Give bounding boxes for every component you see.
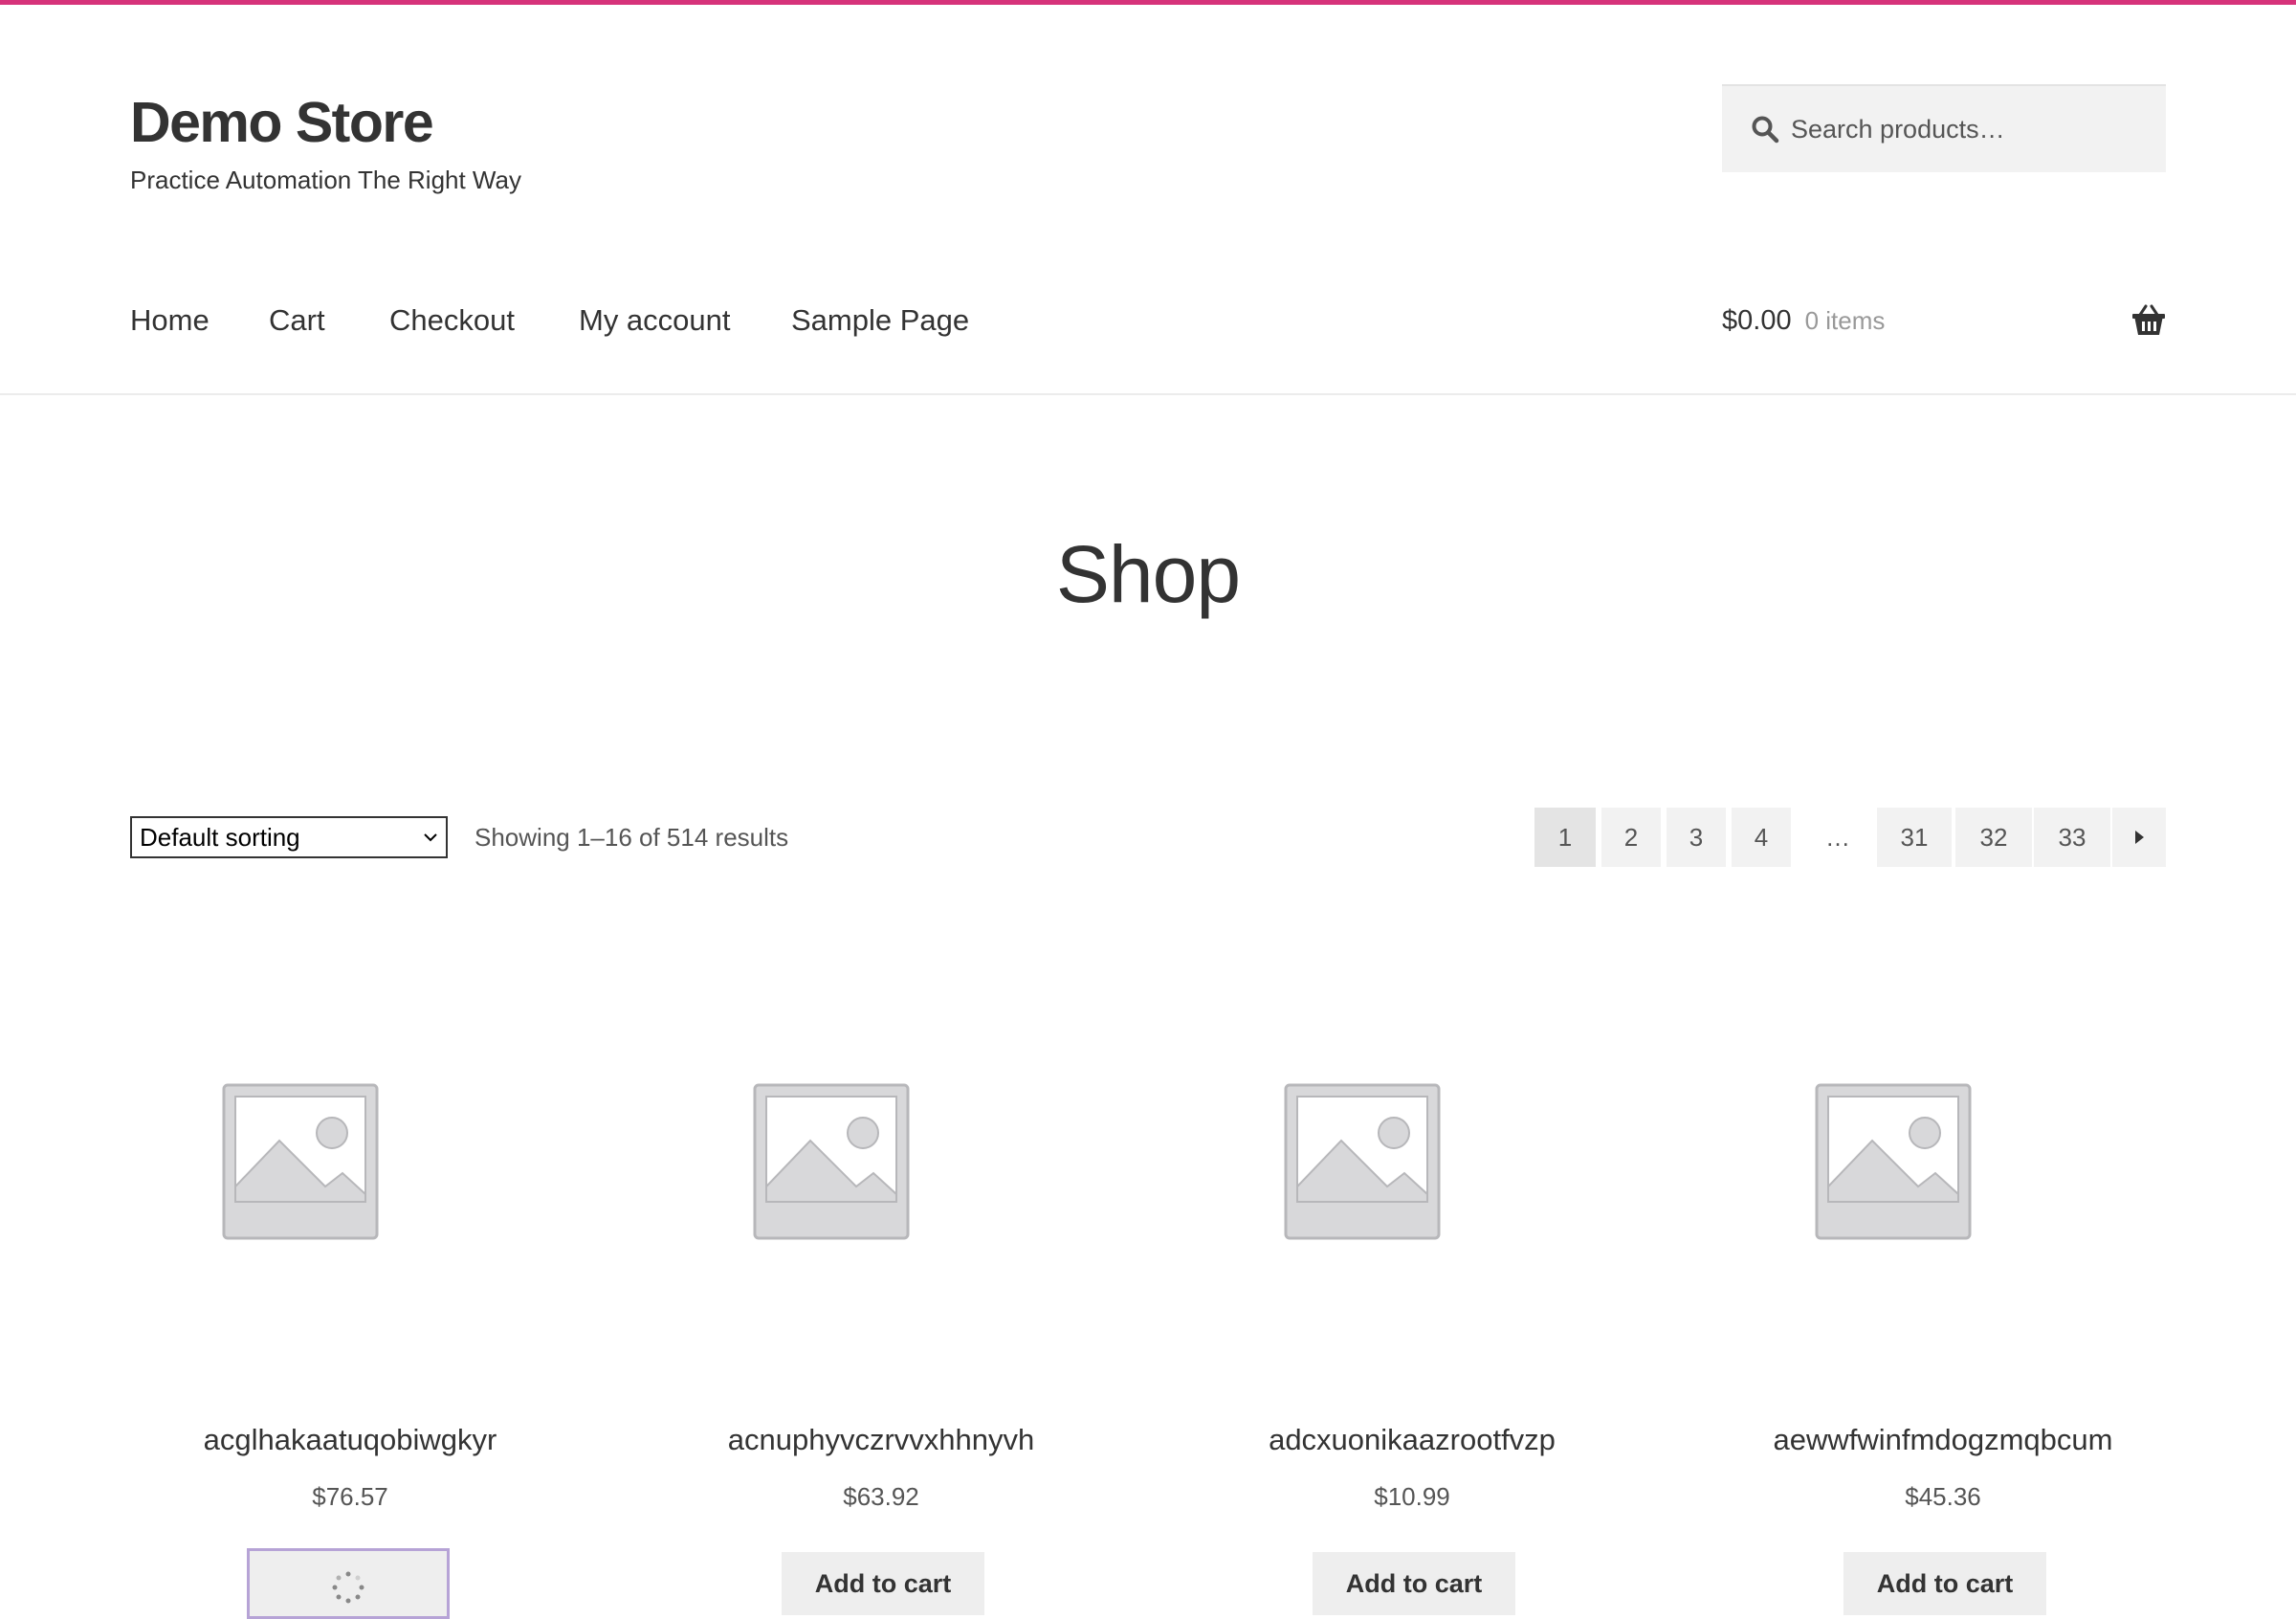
product-placeholder-image[interactable] — [1282, 1081, 1443, 1242]
result-count: Showing 1–16 of 514 results — [475, 823, 789, 852]
pagination-ellipsis: … — [1825, 823, 1850, 852]
page-number-link[interactable]: 3 — [1667, 808, 1726, 867]
product-title[interactable]: adcxuonikaazrootfvzp — [1173, 1416, 1651, 1464]
site-title[interactable]: Demo Store — [130, 84, 434, 161]
product-price: $45.36 — [1905, 1482, 1981, 1511]
nav-item-sample-page[interactable]: Sample Page — [791, 297, 969, 344]
nav-item-cart[interactable]: Cart — [269, 297, 325, 344]
cart-item-count: 0 items — [1804, 306, 1886, 335]
product-placeholder-image[interactable] — [220, 1081, 381, 1242]
product-placeholder-image[interactable] — [751, 1081, 912, 1242]
page-number-link[interactable]: 32 — [1955, 808, 2032, 867]
product-price: $76.57 — [312, 1482, 388, 1511]
top-accent-bar — [0, 0, 2296, 5]
nav-item-my-account[interactable]: My account — [579, 297, 731, 344]
product-placeholder-image[interactable] — [1813, 1081, 1974, 1242]
add-to-cart-button[interactable]: Add to cart — [782, 1552, 984, 1615]
search-icon — [1752, 116, 1779, 144]
next-arrow-icon — [2135, 831, 2144, 844]
product-title[interactable]: aewwfwinfmdogzmqbcum — [1704, 1416, 2182, 1464]
page-number-link[interactable]: 4 — [1732, 808, 1791, 867]
product-price: $10.99 — [1374, 1482, 1450, 1511]
next-page-link[interactable] — [2112, 808, 2166, 867]
spinner-icon — [332, 1571, 364, 1604]
add-to-cart-button[interactable]: Add to cart — [1843, 1552, 2046, 1615]
page-number-link[interactable]: 33 — [2034, 808, 2110, 867]
add-to-cart-button[interactable]: Add to cart — [1313, 1552, 1515, 1615]
cart-amount: $0.00 — [1722, 305, 1792, 336]
add-to-cart-button-loading[interactable] — [247, 1548, 450, 1619]
page-number-link[interactable]: 2 — [1601, 808, 1661, 867]
header-cart-link[interactable]: $0.00 0 items — [1722, 297, 1885, 344]
chevron-down-icon — [424, 833, 437, 842]
site-tagline: Practice Automation The Right Way — [130, 166, 521, 194]
sort-selected-value: Default sorting — [140, 823, 300, 852]
header-divider — [0, 393, 2296, 395]
product-title[interactable]: acnuphyvczrvvxhhnyvh — [642, 1416, 1120, 1464]
basket-icon[interactable] — [2131, 304, 2166, 337]
product-price: $63.92 — [843, 1482, 919, 1511]
search-box[interactable] — [1722, 84, 2166, 172]
sort-select[interactable]: Default sorting — [130, 816, 448, 858]
search-input[interactable] — [1791, 103, 2145, 155]
page-number-current: 1 — [1534, 808, 1596, 867]
nav-item-checkout[interactable]: Checkout — [389, 297, 515, 344]
nav-item-home[interactable]: Home — [130, 297, 210, 344]
product-title[interactable]: acglhakaatuqobiwgkyr — [111, 1416, 589, 1464]
page-number-link[interactable]: 31 — [1877, 808, 1952, 867]
page-title: Shop — [1055, 529, 1241, 619]
